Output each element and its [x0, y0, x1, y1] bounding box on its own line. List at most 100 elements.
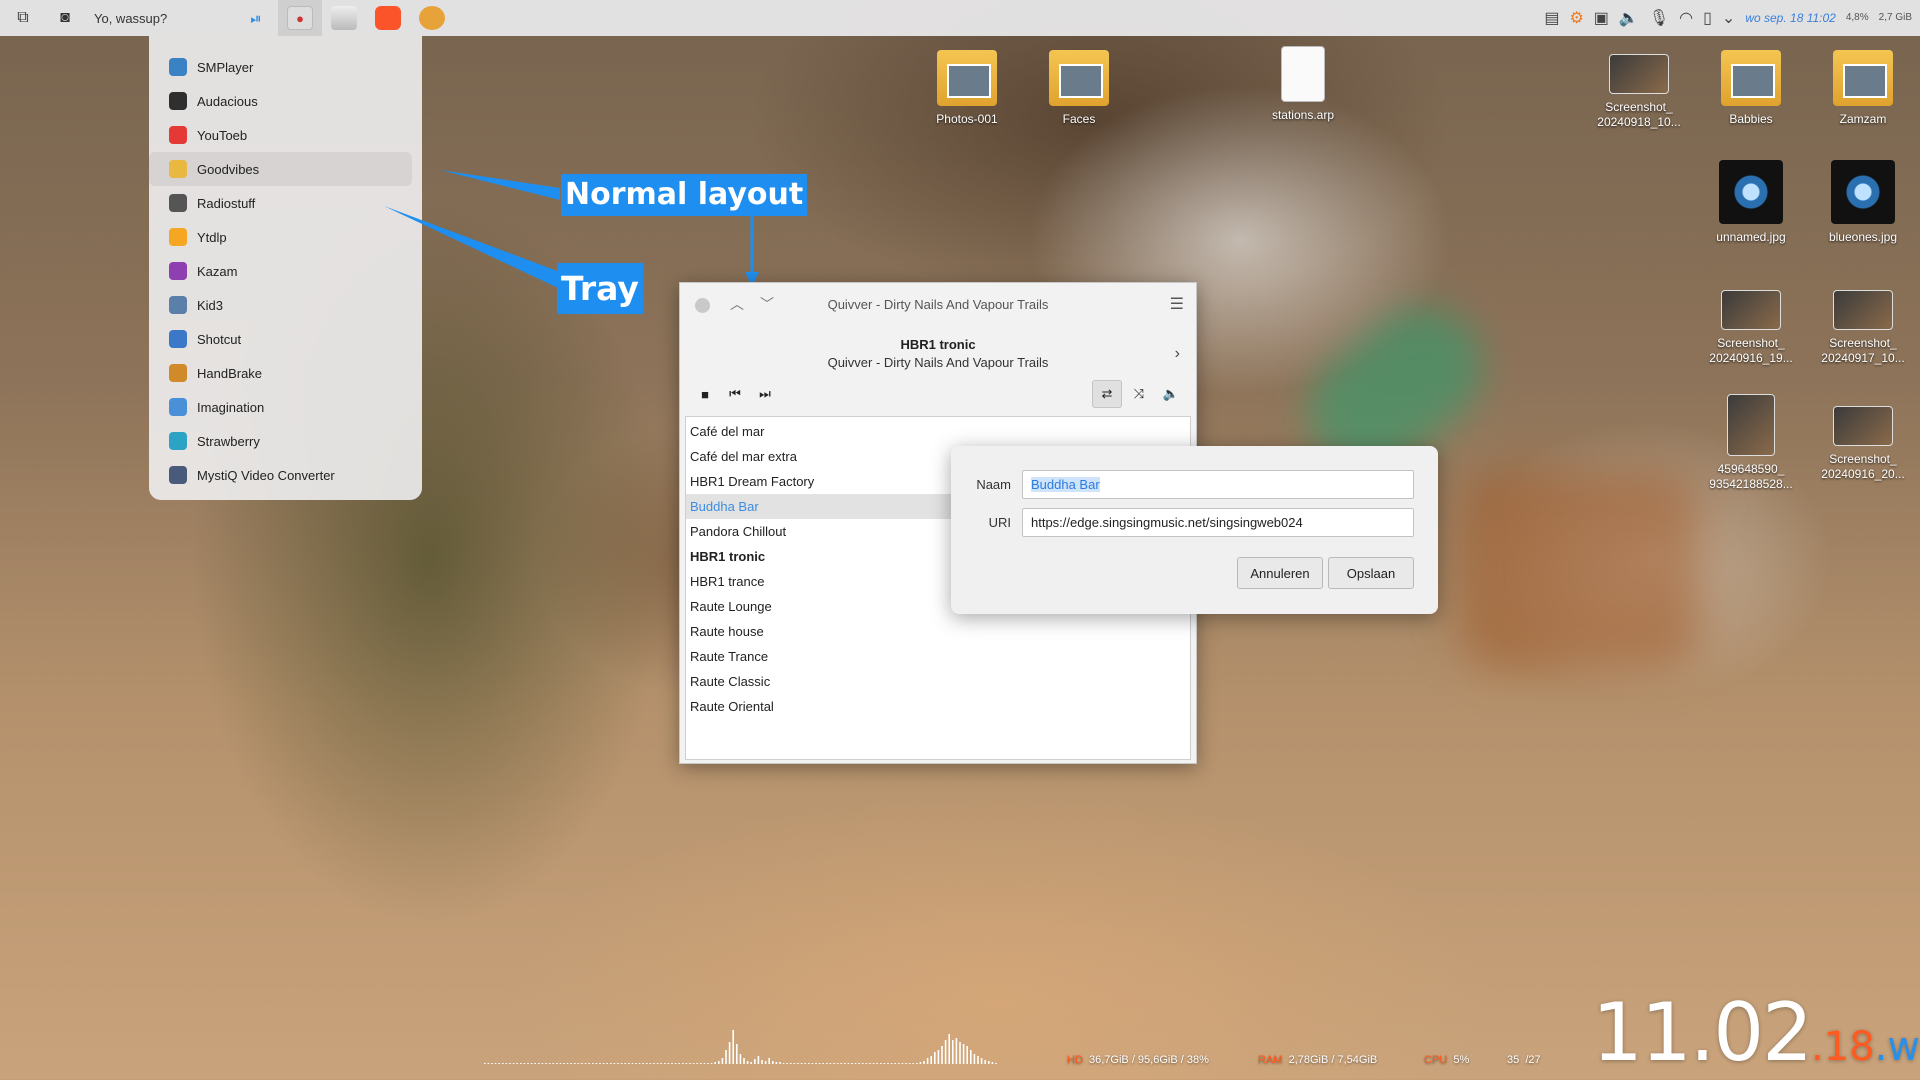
imagination-icon: [169, 398, 187, 416]
station-list-item[interactable]: Raute Classic: [686, 669, 1190, 694]
desktop-icon-stations[interactable]: stations.arp: [1248, 46, 1358, 123]
chevron-right-icon[interactable]: ›: [1175, 345, 1180, 363]
desktop-icon-screenshot4[interactable]: Screenshot_ 20240916_20...: [1808, 406, 1918, 482]
desktop-icon-photo459[interactable]: 459648590_ 93542188528...: [1696, 394, 1806, 492]
visualizer-bar: [721, 1058, 724, 1064]
visualizer-bar: [829, 1063, 832, 1064]
visualizer-bar: [822, 1063, 824, 1064]
brave-browser-icon[interactable]: [366, 0, 410, 36]
playback-controls: ■ ⏮ ⏭ ⇄ ⤨ 🔈: [690, 379, 1186, 409]
app-menu-item-goodvibes[interactable]: Goodvibes: [149, 152, 412, 186]
file-manager-icon[interactable]: [322, 0, 366, 36]
visualizer-bar: [674, 1063, 677, 1064]
visualizer-bar: [869, 1063, 871, 1064]
previous-button[interactable]: ⏮: [720, 380, 750, 408]
play-pause-icon[interactable]: ⏯: [234, 0, 278, 36]
app-menu-item-kid3[interactable]: Kid3: [149, 288, 412, 322]
visualizer-bar: [926, 1058, 929, 1064]
annotation-normal-layout: Normal layout: [561, 174, 808, 216]
chevron-down-icon[interactable]: ⌄: [1722, 8, 1735, 28]
visualizer-bar: [876, 1063, 878, 1064]
app-menu-item-audacious[interactable]: Audacious: [149, 84, 412, 118]
mystiq-video-converter-icon: [169, 466, 187, 484]
visualizer-bar: [815, 1063, 817, 1064]
name-label: Naam: [976, 477, 1011, 492]
visualizer-bar: [541, 1063, 544, 1064]
panel-layout-icon[interactable]: ⧉: [8, 0, 38, 36]
desktop-icon-zamzam[interactable]: Zamzam: [1808, 50, 1918, 127]
audio-app-icon[interactable]: [410, 0, 454, 36]
app-menu-item-ytdlp[interactable]: Ytdlp: [149, 220, 412, 254]
station-list-item[interactable]: Café del mar: [686, 419, 1190, 444]
visualizer-bar: [851, 1063, 853, 1064]
image-icon: [1609, 54, 1669, 94]
visualizer-bar: [728, 1042, 731, 1064]
app-menu-item-youtoeb[interactable]: YouToeb: [149, 118, 412, 152]
visualizer-bar: [977, 1056, 979, 1064]
folder-icon: [1721, 50, 1781, 106]
desktop-clock: 11.02.18.wo: [1592, 986, 1920, 1079]
panel-title: Yo, wassup?: [94, 10, 168, 26]
app-menu-item-label: Imagination: [197, 399, 265, 415]
name-field[interactable]: Buddha Bar: [1022, 470, 1414, 499]
volume-icon[interactable]: 🔈: [1619, 8, 1639, 28]
app-menu-item-strawberry[interactable]: Strawberry: [149, 424, 412, 458]
repeat-button[interactable]: ⇄: [1092, 380, 1122, 408]
station-list-item[interactable]: Raute Trance: [686, 644, 1190, 669]
desktop-icon-screenshot1[interactable]: Screenshot_ 20240918_10...: [1584, 54, 1694, 130]
station-list-item[interactable]: Raute house: [686, 619, 1190, 644]
visualizer-bar: [786, 1063, 788, 1064]
visualizer-bar: [502, 1063, 504, 1064]
app-menu-item-handbrake[interactable]: HandBrake: [149, 356, 412, 390]
desktop-icon-screenshot2[interactable]: Screenshot_ 20240916_19...: [1696, 290, 1806, 366]
next-button[interactable]: ⏭: [750, 380, 780, 408]
stop-button[interactable]: ■: [690, 380, 720, 408]
app-menu-item-label: HandBrake: [197, 365, 263, 381]
volume-button[interactable]: 🔈: [1156, 380, 1186, 408]
current-station: HBR1 tronic: [900, 337, 976, 352]
desktop-icon-babbies[interactable]: Babbies: [1696, 50, 1806, 127]
app-menu-item-label: Radiostuff: [197, 195, 256, 211]
visualizer-bar: [595, 1063, 598, 1064]
visualizer-bar: [811, 1063, 814, 1064]
current-track: Quivver - Dirty Nails And Vapour Trails: [827, 355, 1049, 370]
visualizer-bar: [530, 1063, 533, 1064]
microphone-icon[interactable]: 🎙: [1649, 8, 1669, 28]
ytdlp-icon: [169, 228, 187, 246]
visualizer-bar: [991, 1062, 994, 1064]
app-menu-item-mystiq-video-converter[interactable]: MystiQ Video Converter: [149, 458, 412, 492]
uri-label: URI: [988, 515, 1011, 530]
window-icon[interactable]: ▣: [1594, 8, 1609, 28]
window-title: Quivver - Dirty Nails And Vapour Trails: [827, 297, 1049, 312]
chat-icon[interactable]: ▤: [1544, 8, 1559, 28]
app-menu-item-smplayer[interactable]: SMPlayer: [149, 50, 412, 84]
tray-date[interactable]: wo sep. 18 11:02: [1745, 11, 1836, 25]
settings-icon[interactable]: ⚙: [1569, 8, 1583, 28]
desktop-icon-screenshot3[interactable]: Screenshot_ 20240917_10...: [1808, 290, 1918, 366]
desktop-icon-photos[interactable]: Photos-001: [912, 50, 1022, 127]
app-menu-item-shotcut[interactable]: Shotcut: [149, 322, 412, 356]
save-button[interactable]: Opslaan: [1328, 557, 1414, 589]
desktop-icon-blueones[interactable]: blueones.jpg: [1808, 160, 1918, 245]
app-menu-item-label: Audacious: [197, 93, 258, 109]
hamburger-menu-icon[interactable]: ☰: [1170, 294, 1184, 314]
app-menu-item-radiostuff[interactable]: Radiostuff: [149, 186, 412, 220]
clipboard-icon[interactable]: ▯: [1703, 8, 1712, 28]
record-app-icon[interactable]: ●: [278, 0, 322, 36]
visualizer-bar: [826, 1063, 828, 1064]
station-list-item[interactable]: Raute Oriental: [686, 694, 1190, 719]
wifi-icon[interactable]: ◠: [1679, 8, 1693, 28]
visualizer-bar: [620, 1063, 623, 1064]
app-menu-item-label: YouToeb: [197, 127, 248, 143]
uri-field[interactable]: https://edge.singsingmusic.net/singsingw…: [1022, 508, 1414, 537]
cancel-button[interactable]: Annuleren: [1237, 557, 1323, 589]
tray-cpu-stat: 4,8%: [1845, 12, 1869, 23]
window-titlebar[interactable]: ︿ ﹀ Quivver - Dirty Nails And Vapour Tra…: [680, 283, 1196, 327]
app-menu-item-kazam[interactable]: Kazam: [149, 254, 412, 288]
app-menu-item-imagination[interactable]: Imagination: [149, 390, 412, 424]
visualizer-bar: [916, 1063, 918, 1064]
desktop-icon-faces[interactable]: Faces: [1024, 50, 1134, 127]
desktop-icon-unnamed[interactable]: unnamed.jpg: [1696, 160, 1806, 245]
screenshot-icon[interactable]: ◙: [50, 0, 80, 36]
shuffle-button[interactable]: ⤨: [1124, 380, 1154, 408]
